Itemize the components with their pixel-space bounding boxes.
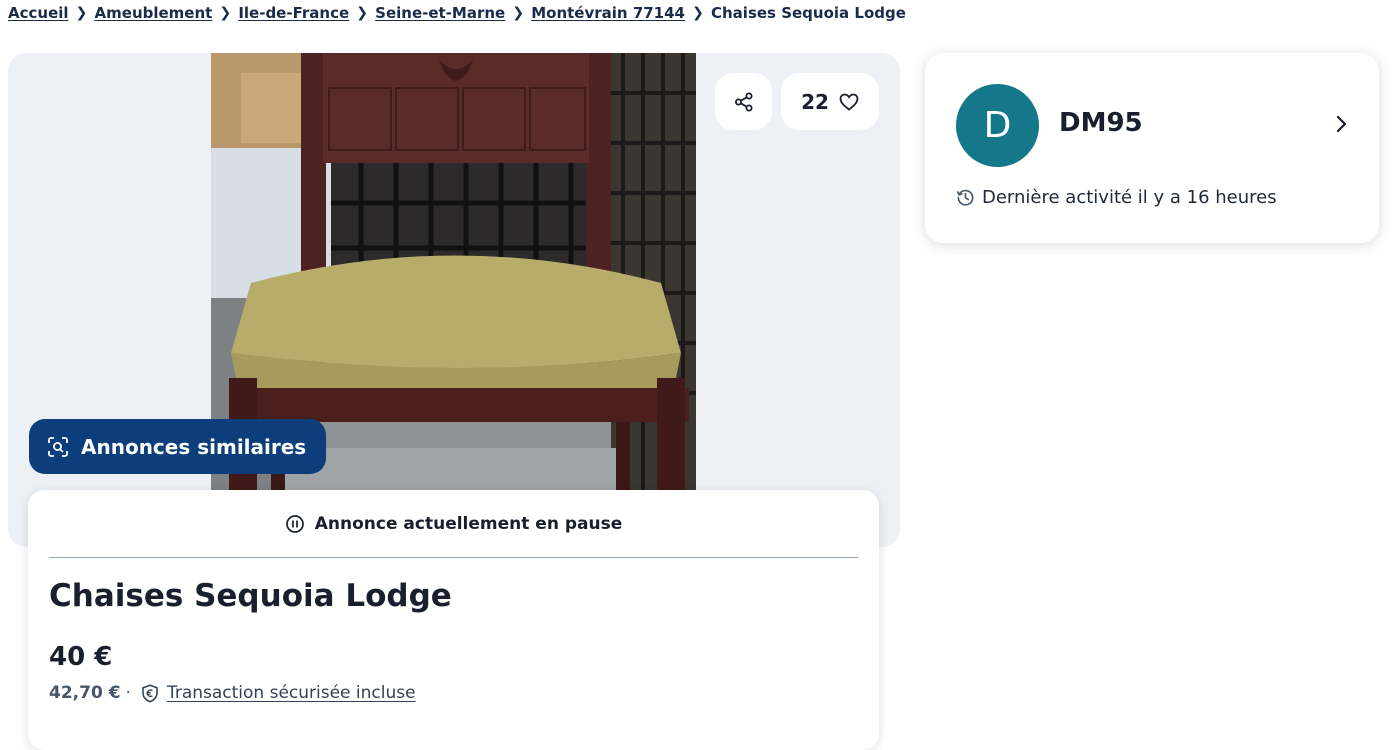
pause-status-text: Annonce actuellement en pause <box>314 514 623 534</box>
chevron-right-icon: ❯ <box>356 5 368 21</box>
price-with-fees: 42,70 € · Transaction sécurisée incluse <box>49 683 416 703</box>
breadcrumb: Accueil ❯ Ameublement ❯ Ile-de-France ❯ … <box>8 2 906 24</box>
shield-euro-icon <box>142 683 158 703</box>
last-activity: Dernière activité il y a 16 heures <box>956 187 1277 208</box>
breadcrumb-link-department[interactable]: Seine-et-Marne <box>375 4 505 22</box>
chevron-right-icon: ❯ <box>75 5 88 21</box>
seller-card[interactable]: D DM95 Dernière activité il y a 16 heure… <box>925 53 1379 243</box>
listing-price: 40 € <box>49 642 113 672</box>
last-activity-text: Dernière activité il y a 16 heures <box>982 187 1277 208</box>
pause-status: Annonce actuellement en pause <box>28 510 879 538</box>
similar-ads-button[interactable]: Annonces similaires <box>29 419 327 474</box>
breadcrumb-link-region[interactable]: Ile-de-France <box>238 4 349 22</box>
chevron-right-icon: ❯ <box>512 5 525 21</box>
breadcrumb-link-home[interactable]: Accueil <box>8 4 69 22</box>
listing-card: Annonce actuellement en pause Chaises Se… <box>28 490 879 750</box>
share-button[interactable] <box>715 73 772 130</box>
avatar: D <box>956 84 1039 167</box>
share-icon <box>734 92 752 111</box>
pause-circle-icon <box>285 515 304 533</box>
divider <box>49 557 858 558</box>
listing-title: Chaises Sequoia Lodge <box>49 578 452 614</box>
visual-search-icon <box>48 436 68 457</box>
favorites-count: 22 <box>801 89 829 114</box>
chevron-right-icon <box>1336 115 1347 133</box>
breadcrumb-link-city[interactable]: Montévrain 77144 <box>531 4 685 22</box>
secure-transaction-link[interactable]: Transaction sécurisée incluse <box>167 683 416 703</box>
photo-gallery: 22 Annonces similaires <box>8 53 900 547</box>
favorite-button[interactable]: 22 <box>781 73 879 130</box>
total-price: 42,70 € <box>49 683 121 703</box>
heart-icon <box>839 93 859 111</box>
breadcrumb-link-category[interactable]: Ameublement <box>95 4 213 22</box>
separator-dot: · <box>125 683 131 703</box>
breadcrumb-current: Chaises Sequoia Lodge <box>711 4 906 22</box>
history-clock-icon <box>956 189 974 206</box>
similar-ads-label: Annonces similaires <box>81 434 307 459</box>
chevron-right-icon: ❯ <box>219 5 232 21</box>
chevron-right-icon: ❯ <box>692 5 704 21</box>
seller-name: DM95 <box>1059 108 1143 138</box>
